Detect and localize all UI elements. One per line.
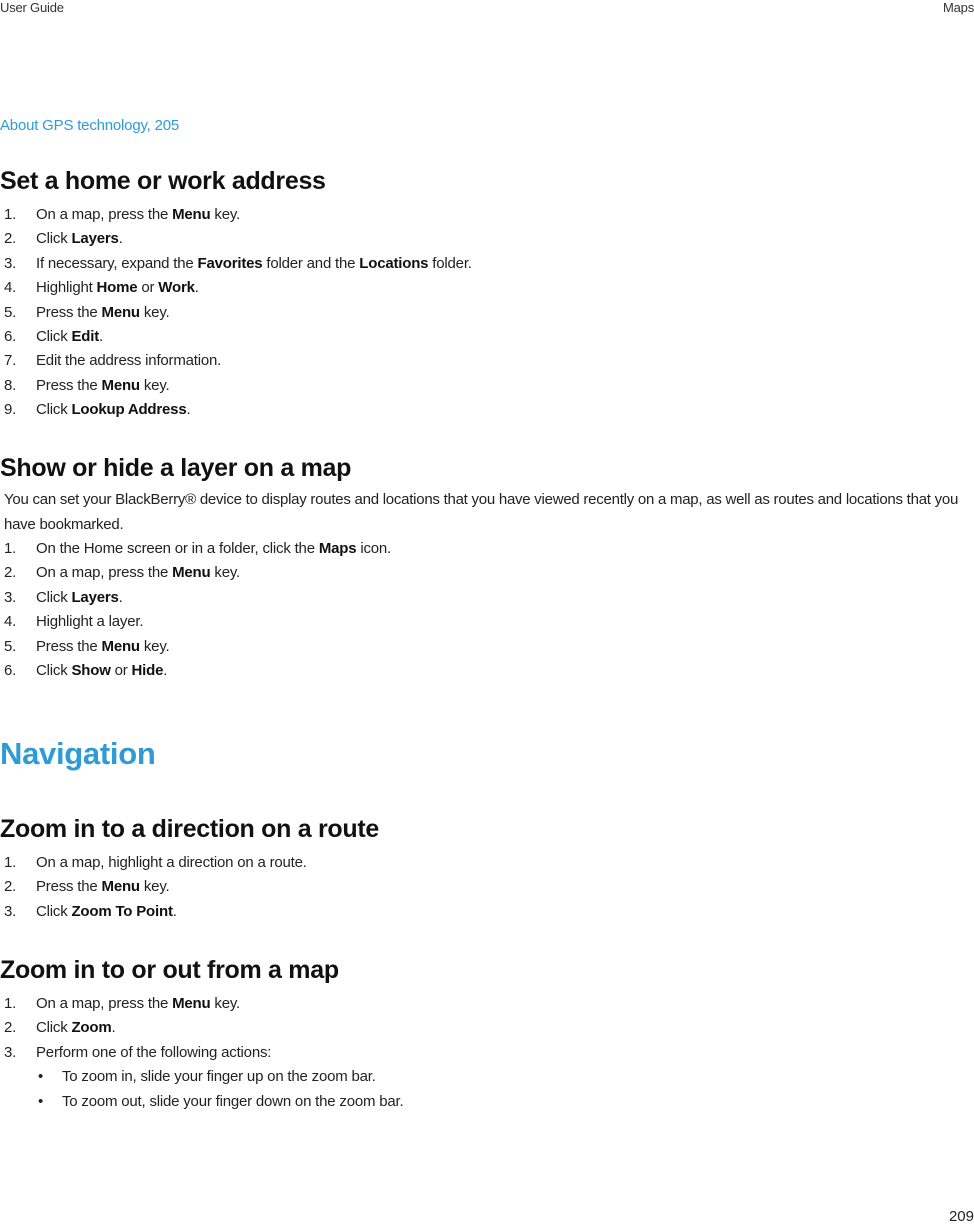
step-item: 1. On a map, press the Menu key. [0, 992, 403, 1016]
step-item: 3. Click Layers. [0, 586, 391, 610]
step-number: 2. [4, 230, 17, 248]
ui-term: Lookup Address [71, 401, 187, 419]
ui-term: Zoom [71, 1019, 112, 1037]
step-number: 6. [4, 327, 17, 345]
ui-term: Menu [101, 637, 141, 655]
step-item: 2. Click Zoom. [0, 1016, 403, 1040]
step-number: 3. [4, 902, 17, 920]
ui-term: Edit [71, 327, 99, 345]
ui-term: Hide [131, 661, 164, 679]
step-number: 3. [4, 254, 17, 272]
ui-term: Layers [71, 588, 119, 606]
section-title-zoom-direction: Zoom in to a direction on a route [0, 815, 379, 843]
ui-term: Menu [101, 376, 141, 394]
step-number: 7. [4, 352, 17, 370]
ui-term: Menu [172, 995, 211, 1012]
step-item: 6. Click Show or Hide. [0, 659, 391, 683]
step-item: 3. Click Zoom To Point. [0, 900, 307, 924]
step-number: 4. [4, 613, 17, 631]
step-number: 9. [4, 401, 17, 419]
step-item: 9. Click Lookup Address. [0, 398, 472, 422]
step-item: 2. On a map, press the Menu key. [0, 561, 391, 585]
step-number: 3. [4, 1043, 17, 1061]
ui-term: Locations [359, 254, 429, 272]
step-item: 3. Perform one of the following actions: [0, 1041, 403, 1065]
step-item: 5. Press the Menu key. [0, 301, 472, 325]
step-item: 8. Press the Menu key. [0, 374, 472, 398]
steps-zoom-direction: 1. On a map, highlight a direction on a r… [0, 851, 307, 924]
steps-set-home: 1. On a map, press the Menu key. 2. Click L… [0, 203, 472, 423]
section-title-set-home: Set a home or work address [0, 167, 326, 195]
step-item: 7. Edit the address information. [0, 349, 472, 373]
bullet-icon: • [38, 1092, 44, 1110]
step-item: 3. If necessary, expand the Favorites fol… [0, 252, 472, 276]
step-item: 2. Press the Menu key. [0, 875, 307, 899]
bullet-item: • To zoom in, slide your finger up on the… [0, 1065, 403, 1089]
related-topic-link[interactable]: About GPS technology, 205 [0, 117, 179, 134]
page-number: 209 [948, 1208, 974, 1225]
step-item: 1. On the Home screen or in a folder, cli… [0, 537, 391, 561]
ui-term: Show [71, 661, 111, 679]
step-item: 1. On a map, highlight a direction on a r… [0, 851, 307, 875]
running-header-left: User Guide [0, 0, 64, 15]
step-item: 2. Click Layers. [0, 227, 472, 251]
section-title-show-layer: Show or hide a layer on a map [0, 454, 352, 482]
ui-term: Home [96, 279, 138, 297]
step-item: 1. On a map, press the Menu key. [0, 203, 472, 227]
ui-term: Menu [101, 303, 141, 321]
step-number: 1. [4, 854, 17, 871]
step-number: 5. [4, 303, 17, 321]
step-number: 4. [4, 279, 17, 297]
step-item: 6. Click Edit. [0, 325, 472, 349]
steps-show-layer: 1. On the Home screen or in a folder, cli… [0, 537, 391, 683]
ui-term: Work [158, 279, 195, 297]
step-number: 1. [4, 995, 17, 1012]
step-item: 5. Press the Menu key. [0, 635, 391, 659]
step-number: 5. [4, 637, 17, 655]
ui-term: Menu [101, 878, 141, 896]
step-number: 2. [4, 1019, 17, 1037]
step-number: 8. [4, 376, 17, 394]
ui-term: Menu [172, 564, 211, 582]
bullet-icon: • [38, 1068, 44, 1086]
step-number: 2. [4, 564, 17, 582]
step-number: 3. [4, 588, 17, 606]
step-item: 4. Highlight a layer. [0, 610, 391, 634]
step-number: 2. [4, 878, 17, 896]
steps-zoom-map: 1. On a map, press the Menu key. 2. Click Z… [0, 992, 403, 1065]
ui-term: Maps [318, 540, 357, 557]
step-item: 4. Highlight Home or Work. [0, 276, 472, 300]
ui-term: Favorites [197, 254, 263, 272]
section-intro-show-layer: You can set your BlackBerry® device to d… [4, 491, 959, 533]
ui-term: Zoom To Point [71, 902, 173, 920]
bullet-item: • To zoom out, slide your finger down on … [0, 1090, 404, 1114]
chapter-title-navigation: Navigation [0, 736, 156, 771]
bullet-list-zoom-actions: • To zoom in, slide your finger up on the… [0, 1065, 404, 1114]
ui-term: Layers [71, 230, 119, 248]
ui-term: Menu [172, 206, 211, 223]
step-number: 1. [4, 540, 17, 557]
step-number: 1. [4, 206, 17, 223]
running-header-right: Maps [943, 0, 974, 15]
step-number: 6. [4, 661, 17, 679]
section-title-zoom-map: Zoom in to or out from a map [0, 956, 339, 984]
